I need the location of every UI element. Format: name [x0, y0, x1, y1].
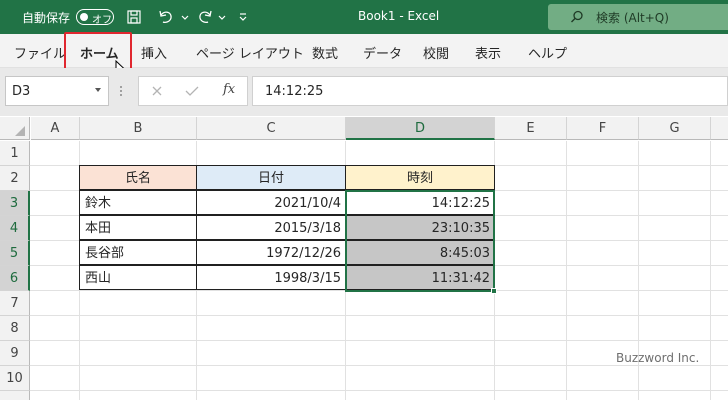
cell-c3[interactable]: 2021/10/4	[196, 190, 346, 215]
column-header-e[interactable]: E	[495, 117, 567, 140]
tab-formulas[interactable]: 数式	[312, 43, 338, 62]
search-placeholder: 検索 (Alt+Q)	[596, 11, 669, 25]
cell-d2-header[interactable]: 時刻	[345, 165, 495, 190]
chevron-down-icon[interactable]	[95, 88, 101, 92]
column-header-h[interactable]	[711, 117, 728, 140]
cell-b5[interactable]: 長谷部	[79, 240, 197, 265]
gridline	[30, 290, 728, 291]
tab-view[interactable]: 表示	[475, 43, 501, 62]
row-header-11[interactable]	[0, 391, 30, 400]
select-all-triangle-icon	[15, 126, 25, 136]
row-header-10[interactable]: 10	[0, 366, 30, 391]
autosave-label: 自動保存	[22, 11, 71, 25]
tab-data[interactable]: データ	[363, 43, 402, 62]
search-box[interactable]: 検索 (Alt+Q)	[548, 4, 728, 30]
gridline	[30, 390, 728, 391]
gridline	[30, 340, 728, 341]
enter-check-icon[interactable]	[185, 85, 199, 97]
cell-d5[interactable]: 8:45:03	[345, 240, 495, 265]
insert-function-icon[interactable]: fx	[223, 82, 235, 97]
column-header-b[interactable]: B	[80, 117, 197, 140]
cell-c6[interactable]: 1998/3/15	[196, 265, 346, 290]
row-header-1[interactable]: 1	[0, 141, 30, 166]
cancel-icon[interactable]	[151, 85, 163, 97]
row-header-9[interactable]: 9	[0, 341, 30, 366]
row-header-8[interactable]: 8	[0, 316, 30, 341]
document-title: Book1 - Excel	[358, 9, 440, 23]
autosave-toggle[interactable]: オフ	[76, 9, 114, 26]
select-all-button[interactable]	[0, 117, 30, 140]
formula-value: 14:12:25	[265, 84, 324, 99]
undo-icon[interactable]	[157, 9, 175, 25]
column-header-a[interactable]: A	[31, 117, 80, 140]
row-header-7[interactable]: 7	[0, 291, 30, 316]
name-box-value: D3	[12, 84, 31, 99]
cell-b3[interactable]: 鈴木	[79, 190, 197, 215]
gridline	[566, 141, 567, 400]
redo-icon[interactable]	[196, 9, 214, 25]
toggle-knob	[80, 13, 88, 21]
cell-d3-active[interactable]: 14:12:25	[345, 190, 495, 215]
row-header-3[interactable]: 3	[0, 191, 30, 216]
column-header-g[interactable]: G	[639, 117, 711, 140]
gridline	[30, 315, 728, 316]
column-header-d[interactable]: D	[346, 117, 495, 140]
column-header-f[interactable]: F	[567, 117, 639, 140]
redo-dropdown-icon[interactable]	[218, 9, 226, 25]
cell-c4[interactable]: 2015/3/18	[196, 215, 346, 240]
gridline	[30, 365, 728, 366]
gridline	[710, 141, 711, 400]
undo-dropdown-icon[interactable]	[181, 9, 189, 25]
title-bar: 自動保存 オフ Book1 - Excel 検索 (Alt+Q)	[0, 0, 728, 34]
tab-help[interactable]: ヘルプ	[528, 43, 567, 62]
cell-b2-header[interactable]: 氏名	[79, 165, 197, 190]
save-icon[interactable]	[126, 9, 142, 25]
cell-b4[interactable]: 本田	[79, 215, 197, 240]
formula-input[interactable]: 14:12:25	[252, 76, 728, 106]
row-header-4[interactable]: 4	[0, 216, 30, 241]
tab-page-layout[interactable]: ページ レイアウト	[196, 43, 304, 62]
customize-icon[interactable]	[238, 9, 248, 25]
tab-file[interactable]: ファイル	[14, 43, 66, 62]
row-header-2[interactable]: 2	[0, 166, 30, 191]
cell-c5[interactable]: 1972/12/26	[196, 240, 346, 265]
name-box[interactable]: D3	[5, 76, 109, 106]
cell-b6[interactable]: 西山	[79, 265, 197, 290]
more-options-icon[interactable]	[118, 84, 124, 98]
tab-insert[interactable]: 挿入	[141, 43, 167, 62]
row-header-6[interactable]: 6	[0, 266, 30, 291]
tab-review[interactable]: 校閲	[423, 43, 449, 62]
cell-d4[interactable]: 23:10:35	[345, 215, 495, 240]
fill-handle[interactable]	[491, 288, 497, 294]
watermark: Buzzword Inc.	[616, 351, 700, 365]
column-header-c[interactable]: C	[197, 117, 346, 140]
cell-d6[interactable]: 11:31:42	[345, 265, 495, 290]
formula-actions: fx	[138, 76, 248, 106]
autosave-state: オフ	[92, 15, 112, 26]
row-header-5[interactable]: 5	[0, 241, 30, 266]
search-icon	[571, 10, 583, 23]
cell-c2-header[interactable]: 日付	[196, 165, 346, 190]
